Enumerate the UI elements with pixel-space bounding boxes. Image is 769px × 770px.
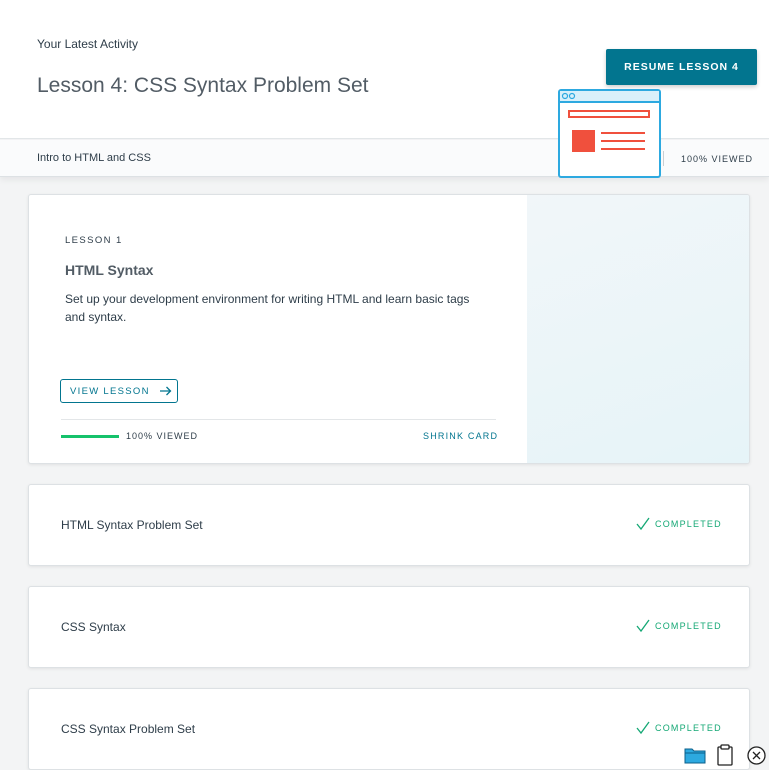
completed-status: COMPLETED — [636, 517, 722, 531]
completed-label: COMPLETED — [655, 519, 722, 529]
lesson-card-expanded: LESSON 1 HTML Syntax Set up your develop… — [28, 194, 750, 464]
lesson-number: LESSON 1 — [65, 235, 123, 246]
lesson-row-title: CSS Syntax Problem Set — [61, 722, 196, 736]
clipboard-icon[interactable] — [714, 742, 736, 768]
completed-label: COMPLETED — [655, 723, 722, 733]
lesson-row-title: HTML Syntax Problem Set — [61, 518, 203, 532]
lesson-progress-label: 100% VIEWED — [126, 431, 199, 441]
activity-eyebrow: Your Latest Activity — [37, 37, 138, 51]
illustration-panel — [527, 195, 749, 463]
page-title: Lesson 4: CSS Syntax Problem Set — [37, 74, 369, 97]
browser-window-icon — [558, 89, 661, 178]
completed-status: COMPLETED — [636, 721, 722, 735]
view-lesson-button[interactable]: VIEW LESSON — [60, 379, 178, 403]
view-lesson-label: VIEW LESSON — [70, 385, 150, 397]
resume-lesson-button[interactable]: RESUME LESSON 4 — [606, 49, 757, 85]
lesson-row[interactable]: CSS Syntax COMPLETED — [28, 586, 750, 668]
folder-icon[interactable] — [683, 742, 707, 768]
check-icon — [636, 619, 650, 633]
course-name[interactable]: Intro to HTML and CSS — [37, 152, 151, 164]
course-viewed-status: 100% VIEWED — [681, 154, 754, 164]
lesson-row[interactable]: HTML Syntax Problem Set COMPLETED — [28, 484, 750, 566]
check-icon — [636, 517, 650, 531]
lesson-title: HTML Syntax — [65, 262, 154, 278]
divider — [663, 151, 664, 166]
lesson-progress-bar — [61, 435, 119, 438]
lesson-description: Set up your development environment for … — [65, 292, 470, 324]
shrink-card-button[interactable]: SHRINK CARD — [423, 431, 498, 441]
lesson-row-title: CSS Syntax — [61, 620, 126, 634]
lesson-progress-fill — [61, 435, 119, 438]
card-divider — [61, 419, 496, 420]
completed-label: COMPLETED — [655, 621, 722, 631]
arrow-right-icon — [159, 386, 172, 396]
check-icon — [636, 721, 650, 735]
close-circle-icon[interactable] — [745, 742, 767, 768]
completed-status: COMPLETED — [636, 619, 722, 633]
lesson-row[interactable]: CSS Syntax Problem Set COMPLETED — [28, 688, 750, 770]
